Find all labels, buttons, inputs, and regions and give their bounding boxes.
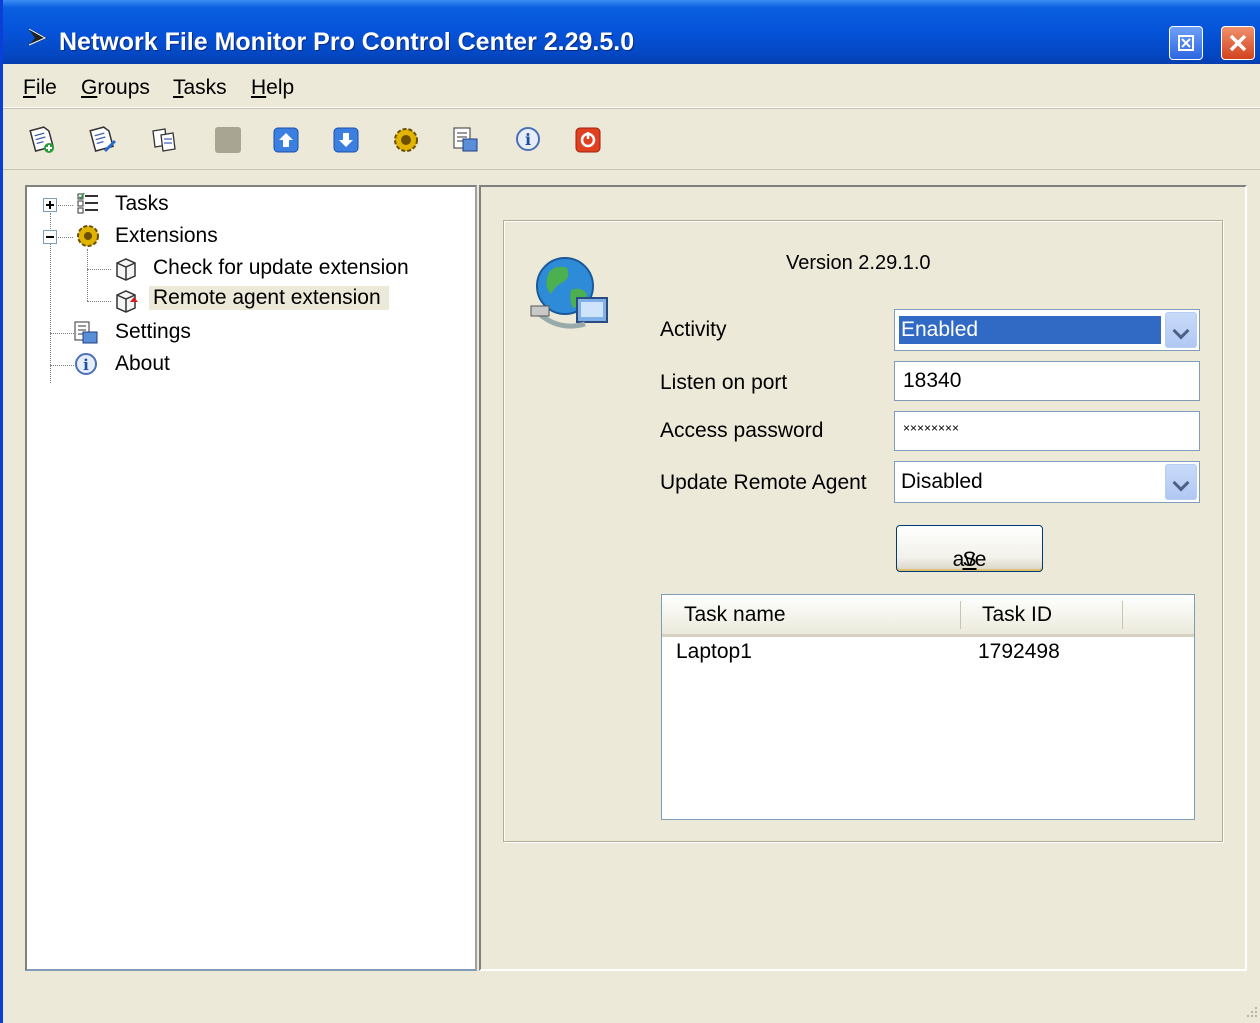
navigation-tree[interactable]: Tasks Extensions Check for update extens… <box>25 185 477 971</box>
about-icon: i <box>75 353 97 375</box>
menu-groups-accel: G <box>81 76 98 99</box>
menu-groups-rest: roups <box>97 76 150 99</box>
restore-icon <box>1178 35 1194 51</box>
tasks-list[interactable]: Task name Task ID Laptop1 1792498 <box>661 594 1195 820</box>
menu-tasks-rest: asks <box>183 76 227 99</box>
column-task-id[interactable]: Task ID <box>982 603 1052 627</box>
tasks-expand-toggle[interactable] <box>43 198 57 212</box>
package-icon <box>116 258 136 281</box>
chevron-down-icon[interactable] <box>1165 464 1197 500</box>
activity-value: Enabled <box>899 316 1161 344</box>
edit-task-icon[interactable] <box>87 125 117 155</box>
extensions-icon[interactable] <box>391 125 421 155</box>
stop-icon[interactable] <box>213 125 243 155</box>
menu-file-rest: ile <box>35 76 57 99</box>
save-rest: ave <box>952 548 987 571</box>
tree-connector <box>50 333 74 334</box>
chevron-down-icon[interactable] <box>1165 312 1197 348</box>
menu-help-accel: H <box>251 76 267 99</box>
resize-grip-icon[interactable] <box>1243 1003 1259 1019</box>
network-globe-icon <box>530 257 608 329</box>
window-title: Network File Monitor Pro Control Center … <box>59 28 635 56</box>
tree-connector <box>87 249 88 301</box>
settings-icon[interactable] <box>451 125 481 155</box>
svg-text:i: i <box>83 356 89 374</box>
exit-icon[interactable] <box>573 125 603 155</box>
menu-file[interactable]: File <box>23 76 57 100</box>
update-agent-value: Disabled <box>901 470 983 493</box>
row-task-id[interactable]: 1792498 <box>978 640 1060 664</box>
move-up-icon[interactable] <box>271 125 301 155</box>
port-input[interactable]: 18340 <box>894 361 1200 401</box>
password-value: ×××××××× <box>903 421 960 435</box>
password-input[interactable]: ×××××××× <box>894 411 1200 451</box>
tree-connector <box>55 205 73 206</box>
settings-icon <box>74 321 98 344</box>
tree-item-remote-agent[interactable]: Remote agent extension <box>149 286 389 310</box>
close-icon <box>1229 34 1247 52</box>
menu-groups[interactable]: Groups <box>81 76 150 100</box>
update-agent-dropdown[interactable]: Disabled <box>894 461 1200 503</box>
title-bar[interactable]: Network File Monitor Pro Control Center … <box>3 0 1260 64</box>
extensions-icon <box>77 225 99 247</box>
activity-dropdown[interactable]: Enabled <box>894 309 1200 351</box>
menu-help[interactable]: Help <box>251 76 294 100</box>
tree-item-about[interactable]: About <box>115 352 170 376</box>
tree-connector <box>87 269 111 270</box>
close-button[interactable] <box>1221 26 1255 60</box>
tree-connector <box>55 237 73 238</box>
new-task-icon[interactable] <box>27 125 57 155</box>
svg-text:i: i <box>525 130 531 149</box>
password-label: Access password <box>660 419 824 442</box>
tree-connector <box>87 301 111 302</box>
restore-button[interactable] <box>1169 26 1203 60</box>
tree-item-settings[interactable]: Settings <box>115 320 191 344</box>
column-task-name[interactable]: Task name <box>684 603 786 627</box>
column-divider[interactable] <box>960 601 961 629</box>
about-icon[interactable]: i <box>513 125 543 155</box>
status-bar <box>3 975 1260 1023</box>
menu-help-rest: elp <box>266 76 295 99</box>
column-divider[interactable] <box>1122 601 1123 629</box>
port-value: 18340 <box>903 369 962 392</box>
row-task-name[interactable]: Laptop1 <box>676 640 752 664</box>
tree-item-tasks[interactable]: Tasks <box>115 192 169 216</box>
menu-tasks[interactable]: Tasks <box>173 76 227 100</box>
main-window: Network File Monitor Pro Control Center … <box>0 0 1260 1023</box>
tree-item-check-update[interactable]: Check for update extension <box>153 256 409 280</box>
toolbar: i <box>3 108 1260 170</box>
menu-tasks-accel: T <box>173 76 184 99</box>
copy-task-icon[interactable] <box>149 125 179 155</box>
activity-label: Activity <box>660 318 727 341</box>
menu-file-accel: F <box>23 76 36 99</box>
menu-bar: File Groups Tasks Help <box>3 64 1260 108</box>
tasks-icon <box>77 192 98 214</box>
save-button[interactable]: Save <box>896 525 1043 572</box>
port-label: Listen on port <box>660 371 788 394</box>
move-down-icon[interactable] <box>331 125 361 155</box>
extensions-collapse-toggle[interactable] <box>43 230 57 244</box>
tree-connector <box>50 365 74 366</box>
update-agent-label: Update Remote Agent <box>660 471 867 494</box>
remote-package-icon <box>116 290 138 313</box>
list-header: Task name Task ID <box>662 595 1194 637</box>
app-icon <box>28 28 47 46</box>
extension-version: Version 2.29.1.0 <box>786 252 931 274</box>
tree-item-extensions[interactable]: Extensions <box>115 224 218 248</box>
